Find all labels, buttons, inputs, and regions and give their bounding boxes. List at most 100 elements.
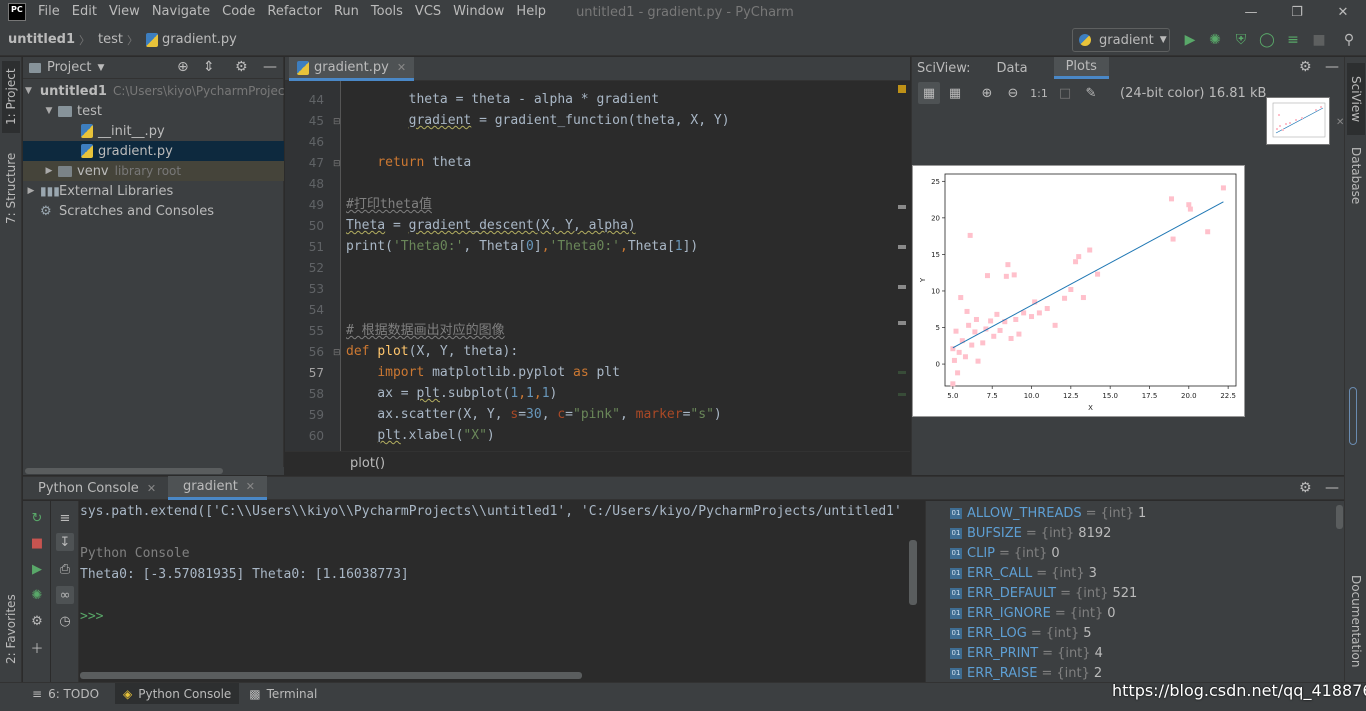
- close-icon[interactable]: ✕: [1320, 0, 1366, 24]
- tab-database[interactable]: Database: [1347, 141, 1365, 211]
- scroll-to-end-icon[interactable]: ↧: [56, 533, 74, 551]
- zoom-out-icon[interactable]: ⊖: [1002, 82, 1024, 104]
- menu-window[interactable]: Window: [447, 0, 510, 24]
- grid-icon[interactable]: ▦: [944, 82, 966, 104]
- tab-data[interactable]: Data: [985, 57, 1040, 79]
- debug-icon[interactable]: ✺: [1207, 32, 1223, 48]
- variable-row[interactable]: 01 ERR_IGNORE = {int} 0: [950, 603, 1116, 623]
- execute-icon[interactable]: ▶: [28, 560, 46, 578]
- breadcrumb-project[interactable]: untitled1: [0, 32, 79, 47]
- fold-marker-icon[interactable]: ⊟: [333, 348, 340, 358]
- expand-arrow-icon[interactable]: ▼: [43, 106, 55, 116]
- locate-icon[interactable]: ⊕: [177, 59, 189, 75]
- menu-edit[interactable]: Edit: [66, 0, 103, 24]
- hide-icon[interactable]: —: [263, 59, 277, 75]
- tab-gradient-py[interactable]: gradient.py ✕: [289, 57, 415, 81]
- menu-run[interactable]: Run: [328, 0, 365, 24]
- editor-scrollbar[interactable]: [894, 81, 910, 451]
- zoom-in-icon[interactable]: ⊕: [976, 82, 998, 104]
- restore-icon[interactable]: ❐: [1274, 0, 1320, 24]
- actual-size-button[interactable]: 1:1: [1028, 82, 1050, 104]
- concurrency-icon[interactable]: ≡: [1285, 32, 1301, 48]
- close-tab-icon[interactable]: ✕: [147, 482, 156, 495]
- hide-icon[interactable]: —: [1325, 480, 1339, 496]
- menu-tools[interactable]: Tools: [365, 0, 409, 24]
- tab-todo[interactable]: ≡ 6: TODO: [24, 683, 107, 705]
- python-console-output[interactable]: sys.path.extend(['C:\\Users\\kiyo\\Pycha…: [80, 501, 920, 682]
- tree-item-venv[interactable]: ▶ venv library root: [23, 161, 284, 181]
- stop-icon[interactable]: ■: [1311, 32, 1327, 48]
- variable-row[interactable]: 01 ERR_CALL = {int} 3: [950, 563, 1097, 583]
- tree-item-untitled1[interactable]: ▼ untitled1 C:\Users\kiyo\PycharmProject…: [23, 81, 284, 101]
- code-breadcrumb[interactable]: plot(): [285, 451, 910, 475]
- background-icon[interactable]: □: [1054, 82, 1076, 104]
- tab-documentation[interactable]: Documentation: [1347, 569, 1365, 673]
- variable-row[interactable]: 01 ERR_DEFAULT = {int} 521: [950, 583, 1137, 603]
- variable-row[interactable]: 01 ERR_LOG = {int} 5: [950, 623, 1092, 643]
- gear-icon[interactable]: ⚙: [1299, 480, 1312, 496]
- tree-item-test[interactable]: ▼ test: [23, 101, 284, 121]
- run-config-selector[interactable]: gradient ▼: [1072, 28, 1170, 52]
- rerun-icon[interactable]: ↻: [28, 509, 46, 527]
- breadcrumb-file[interactable]: gradient.py: [138, 32, 241, 47]
- close-tab-icon[interactable]: ✕: [246, 480, 255, 493]
- tree-item-scratches[interactable]: ⚙ Scratches and Consoles: [23, 201, 284, 221]
- variable-row[interactable]: 01 ERR_RAISE = {int} 2: [950, 663, 1102, 682]
- show-variables-icon[interactable]: ∞: [56, 586, 74, 604]
- run-icon[interactable]: ▶: [1182, 32, 1198, 48]
- tree-item-external-libraries[interactable]: ▶ ▮▮▮ External Libraries: [23, 181, 284, 201]
- expand-arrow-icon[interactable]: ▶: [43, 166, 55, 176]
- code-editor[interactable]: i-i+1 theta = theta - alpha * gradient g…: [342, 81, 894, 451]
- minimize-icon[interactable]: —: [1228, 0, 1274, 24]
- tab-terminal[interactable]: ▩ Terminal: [241, 683, 325, 705]
- menu-vcs[interactable]: VCS: [409, 0, 447, 24]
- variable-row[interactable]: 01 ERR_PRINT = {int} 4: [950, 643, 1103, 663]
- expand-arrow-icon[interactable]: ▼: [25, 86, 32, 96]
- project-scrollbar[interactable]: [23, 467, 284, 475]
- console-scrollbar[interactable]: [909, 540, 917, 605]
- breadcrumb-folder[interactable]: test: [90, 32, 127, 47]
- variables-scrollbar[interactable]: [1336, 505, 1343, 529]
- plot-thumbnail[interactable]: [1266, 97, 1330, 145]
- warning-icon[interactable]: [898, 85, 906, 93]
- fit-icon[interactable]: ▦: [918, 82, 940, 104]
- menu-view[interactable]: View: [103, 0, 146, 24]
- debug-icon[interactable]: ✺: [28, 586, 46, 604]
- color-picker-icon[interactable]: ✎: [1080, 82, 1102, 104]
- menu-code[interactable]: Code: [216, 0, 261, 24]
- tab-gradient-console[interactable]: gradient ✕: [168, 476, 268, 500]
- menu-refactor[interactable]: Refactor: [261, 0, 328, 24]
- tab-favorites[interactable]: 2: Favorites: [2, 587, 20, 671]
- tree-item-gradient-py[interactable]: gradient.py: [23, 141, 284, 161]
- hide-icon[interactable]: —: [1325, 59, 1339, 75]
- tab-plots[interactable]: Plots: [1053, 57, 1109, 79]
- console-hscrollbar[interactable]: [80, 672, 582, 679]
- soft-wrap-icon[interactable]: ≡: [56, 509, 74, 527]
- menu-navigate[interactable]: Navigate: [146, 0, 216, 24]
- variable-row[interactable]: 01 BUFSIZE = {int} 8192: [950, 523, 1111, 543]
- menu-file[interactable]: File: [32, 0, 66, 24]
- history-icon[interactable]: ◷: [56, 612, 74, 630]
- stop-icon[interactable]: ■: [28, 534, 46, 552]
- console-prompt[interactable]: >>>: [80, 606, 103, 627]
- tab-project[interactable]: 1: Project: [2, 61, 20, 133]
- fold-marker-icon[interactable]: ⊟: [333, 117, 340, 127]
- chevron-down-icon[interactable]: ▼: [97, 63, 104, 73]
- coverage-icon[interactable]: ⛨: [1233, 32, 1249, 48]
- tree-item-init-py[interactable]: __init__.py: [23, 121, 284, 141]
- profile-icon[interactable]: ◯: [1259, 32, 1275, 48]
- tab-sciview[interactable]: SciView: [1347, 63, 1365, 135]
- print-icon[interactable]: ⎙: [56, 560, 74, 578]
- variable-row[interactable]: 01 CLIP = {int} 0: [950, 543, 1060, 563]
- project-view-title[interactable]: Project: [47, 60, 91, 75]
- tab-python-console-bar[interactable]: ◈ Python Console: [115, 682, 240, 705]
- gear-icon[interactable]: ⚙: [1299, 59, 1312, 75]
- menu-help[interactable]: Help: [510, 0, 552, 24]
- gear-icon[interactable]: ⚙: [235, 59, 248, 75]
- add-console-icon[interactable]: ＋: [28, 638, 46, 657]
- gear-icon[interactable]: ⚙: [28, 612, 46, 630]
- tab-python-console[interactable]: Python Console ✕: [23, 476, 168, 500]
- fold-marker-icon[interactable]: ⊟: [333, 159, 340, 169]
- expand-arrow-icon[interactable]: ▶: [25, 186, 37, 196]
- search-icon[interactable]: ⚲: [1341, 32, 1357, 48]
